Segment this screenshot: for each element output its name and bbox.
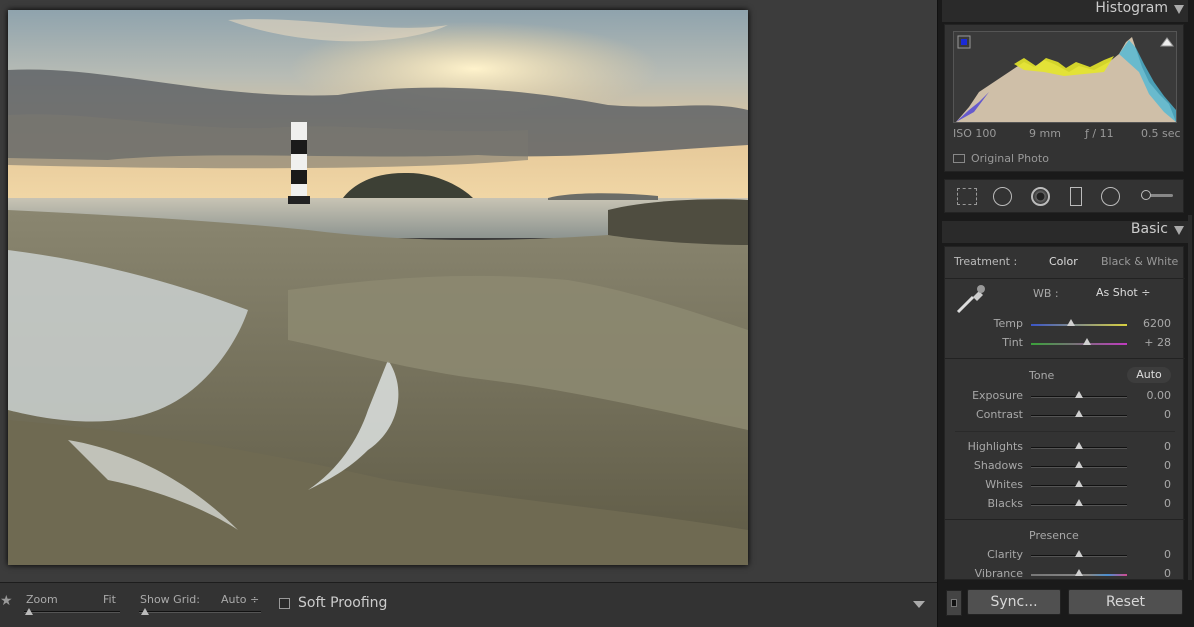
zoom-slider-knob[interactable]: [25, 608, 33, 615]
auto-tone-button[interactable]: Auto: [1127, 367, 1171, 383]
blacks-label: Blacks: [987, 497, 1024, 510]
histogram-collapse-icon[interactable]: [1174, 5, 1184, 14]
wb-dropdown[interactable]: As Shot ÷: [1096, 286, 1150, 299]
treatment-color-option[interactable]: Color: [1049, 255, 1078, 268]
basic-collapse-icon[interactable]: [1174, 226, 1184, 235]
original-photo-label: Original Photo: [971, 152, 1049, 165]
temp-slider-knob[interactable]: [1067, 319, 1076, 326]
tone-label: Tone: [1029, 369, 1055, 382]
whites-value[interactable]: 0: [1164, 478, 1171, 491]
contrast-row: Contrast 0: [945, 406, 1185, 425]
original-photo-checkbox[interactable]: [953, 154, 965, 163]
vibrance-row: Vibrance 0: [945, 565, 1185, 580]
highlights-label: Highlights: [967, 440, 1023, 453]
panel-scrollbar[interactable]: [1188, 215, 1192, 580]
adjustment-brush-knob-icon: [1141, 190, 1151, 200]
zoom-label: Zoom: [26, 593, 58, 606]
basic-title: Basic: [1130, 221, 1168, 237]
divider: [945, 358, 1185, 359]
sync-button[interactable]: Sync...: [967, 589, 1061, 615]
clarity-slider-knob[interactable]: [1075, 550, 1083, 557]
exif-aperture: ƒ / 11: [1085, 127, 1114, 140]
tool-strip: [944, 179, 1184, 213]
temp-row: Temp 6200: [945, 315, 1185, 334]
exposure-row: Exposure 0.00: [945, 387, 1185, 406]
whites-row: Whites 0: [945, 476, 1185, 495]
highlights-row: Highlights 0: [945, 438, 1185, 457]
exif-iso: ISO 100: [953, 127, 997, 140]
spot-removal-icon[interactable]: [993, 187, 1012, 206]
basic-header[interactable]: Basic: [942, 221, 1188, 243]
presence-label: Presence: [1029, 529, 1079, 542]
shadows-row: Shadows 0: [945, 457, 1185, 476]
temp-slider[interactable]: [1031, 324, 1127, 326]
histogram-section: ISO 100 9 mm ƒ / 11 0.5 sec Original Pho…: [944, 24, 1184, 172]
bottom-toolbar: ★ Zoom Fit Show Grid: Auto ÷ Soft Proofi…: [0, 582, 937, 627]
histogram-header[interactable]: Histogram: [942, 0, 1188, 22]
shadows-slider-knob[interactable]: [1075, 461, 1083, 468]
treatment-bw-option[interactable]: Black & White: [1101, 255, 1178, 268]
clarity-label: Clarity: [987, 548, 1023, 561]
tint-slider-knob[interactable]: [1082, 338, 1091, 345]
exif-shutter: 0.5 sec: [1141, 127, 1181, 140]
landscape-photo: [8, 10, 748, 565]
grid-opacity-slider[interactable]: [139, 611, 261, 613]
highlights-slider-knob[interactable]: [1075, 442, 1083, 449]
contrast-value[interactable]: 0: [1164, 408, 1171, 421]
exif-focal-length: 9 mm: [1029, 127, 1061, 140]
tint-label: Tint: [1002, 336, 1023, 349]
white-balance-eyedropper-icon[interactable]: [955, 283, 987, 315]
vibrance-slider-knob[interactable]: [1075, 569, 1083, 576]
graduated-filter-icon[interactable]: [1070, 187, 1082, 206]
tint-value[interactable]: + 28: [1144, 336, 1171, 349]
blacks-row: Blacks 0: [945, 495, 1185, 514]
clarity-value[interactable]: 0: [1164, 548, 1171, 561]
reset-button[interactable]: Reset: [1068, 589, 1183, 615]
zoom-value[interactable]: Fit: [103, 593, 116, 606]
star-icon[interactable]: ★: [0, 593, 13, 609]
divider: [945, 519, 1185, 520]
temp-label: Temp: [993, 317, 1023, 330]
right-panel: Histogram ISO 100 9 mm ƒ / 11 0.5 sec Or…: [937, 0, 1194, 627]
toolbar-menu-chevron-icon[interactable]: [913, 601, 925, 608]
tint-row: Tint + 28: [945, 334, 1185, 353]
soft-proofing-label: Soft Proofing: [298, 595, 388, 611]
whites-slider-knob[interactable]: [1075, 480, 1083, 487]
divider: [945, 278, 1185, 279]
show-grid-label: Show Grid:: [140, 593, 200, 606]
contrast-slider-knob[interactable]: [1075, 410, 1083, 417]
highlights-value[interactable]: 0: [1164, 440, 1171, 453]
radial-filter-icon[interactable]: [1101, 187, 1120, 206]
blacks-value[interactable]: 0: [1164, 497, 1171, 510]
tint-slider[interactable]: [1031, 343, 1127, 345]
exposure-label: Exposure: [972, 389, 1023, 402]
soft-proofing-checkbox[interactable]: [279, 598, 290, 609]
photo-preview[interactable]: [8, 10, 748, 565]
contrast-label: Contrast: [975, 408, 1023, 421]
shadows-label: Shadows: [973, 459, 1023, 472]
exposure-slider-knob[interactable]: [1075, 391, 1083, 398]
vibrance-value[interactable]: 0: [1164, 567, 1171, 580]
clarity-row: Clarity 0: [945, 546, 1185, 565]
image-workspace: [0, 0, 937, 582]
show-grid-dropdown[interactable]: Auto ÷: [221, 593, 259, 606]
crop-overlay-icon[interactable]: [957, 188, 977, 205]
temp-value[interactable]: 6200: [1143, 317, 1171, 330]
wb-label: WB :: [1033, 287, 1059, 300]
shadows-value[interactable]: 0: [1164, 459, 1171, 472]
red-eye-icon[interactable]: [1031, 187, 1050, 206]
treatment-label: Treatment :: [954, 255, 1018, 268]
blacks-slider-knob[interactable]: [1075, 499, 1083, 506]
grid-slider-knob[interactable]: [141, 608, 149, 615]
exposure-value[interactable]: 0.00: [1147, 389, 1172, 402]
histogram-graph: [953, 31, 1177, 123]
vibrance-label: Vibrance: [974, 567, 1023, 580]
basic-section: Treatment : Color Black & White WB : As …: [944, 246, 1185, 580]
sync-toggle-switch[interactable]: [946, 590, 962, 616]
divider: [955, 431, 1175, 432]
whites-label: Whites: [985, 478, 1023, 491]
histogram-title: Histogram: [1095, 0, 1168, 16]
zoom-slider[interactable]: [24, 611, 120, 613]
